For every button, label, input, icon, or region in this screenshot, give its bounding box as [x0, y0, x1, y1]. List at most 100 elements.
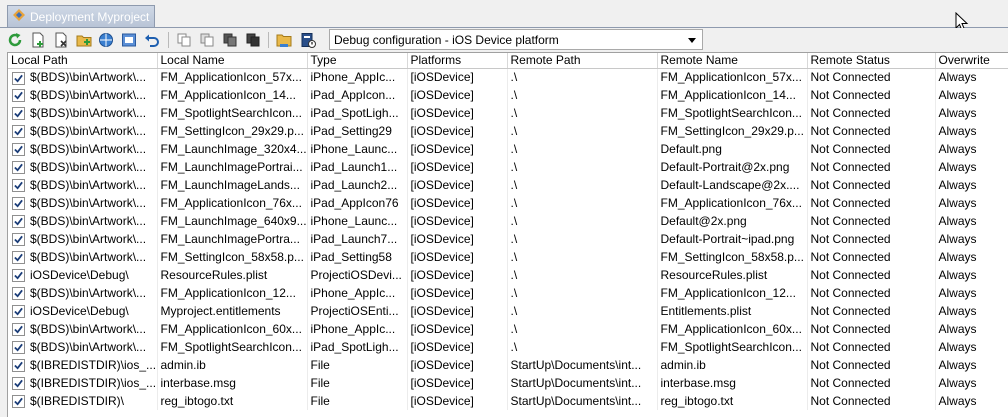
table-row[interactable]: $(BDS)\bin\Artwork\... FM_LaunchImagePort… [8, 158, 1008, 176]
deploy-checkbox[interactable] [12, 89, 25, 102]
checkmark-icon [14, 361, 23, 370]
checkmark-icon [14, 163, 23, 172]
revert-icon[interactable] [143, 31, 161, 49]
type-cell: iPad_SpotLigh... [307, 104, 408, 122]
platforms-cell: [iOSDevice] [407, 392, 508, 410]
overwrite-cell: Always [935, 284, 1008, 302]
checkmark-icon [14, 91, 23, 100]
copy-icon[interactable] [175, 31, 193, 49]
tab-deployment[interactable]: Deployment Myproject [7, 5, 155, 27]
deploy-checkbox[interactable] [12, 287, 25, 300]
paste-icon[interactable] [198, 31, 216, 49]
toolbar-separator [168, 32, 169, 48]
remote-path-cell: .\ [507, 302, 658, 320]
overwrite-cell: Always [935, 356, 1008, 374]
remote-status-cell: Not Connected [807, 176, 936, 194]
deploy-checkbox[interactable] [12, 71, 25, 85]
table-row[interactable]: $(BDS)\bin\Artwork\... FM_LaunchImage_640… [8, 212, 1008, 230]
table-row[interactable]: iOSDevice\Debug\ ResourceRules.plist Proje… [8, 266, 1008, 284]
deploy-checkbox[interactable] [12, 179, 25, 192]
connect-icon[interactable] [97, 31, 115, 49]
platforms-cell: [iOSDevice] [407, 284, 508, 302]
column-platforms-header[interactable]: Platforms [407, 53, 508, 69]
chevron-down-icon[interactable] [688, 38, 696, 43]
deploy-checkbox[interactable] [12, 125, 25, 138]
table-row[interactable]: $(BDS)\bin\Artwork\... FM_ApplicationIcon… [8, 194, 1008, 212]
deploy-checkbox[interactable] [12, 323, 25, 336]
type-cell: File [307, 374, 408, 392]
properties-icon[interactable] [299, 31, 317, 49]
add-file-icon[interactable] [29, 31, 47, 49]
deploy-checkbox[interactable] [12, 251, 25, 264]
remove-file-icon[interactable] [52, 31, 70, 49]
remote-status-cell: Not Connected [807, 266, 936, 284]
local-name-cell: FM_SettingIcon_29x29.p... [157, 122, 308, 140]
table-row[interactable]: $(BDS)\bin\Artwork\... FM_ApplicationIcon… [8, 284, 1008, 302]
table-row[interactable]: $(BDS)\bin\Artwork\... FM_LaunchImage_320… [8, 140, 1008, 158]
local-path-cell: $(BDS)\bin\Artwork\... [8, 284, 158, 302]
table-row[interactable]: $(BDS)\bin\Artwork\... FM_LaunchImagePort… [8, 230, 1008, 248]
deploy-checkbox[interactable] [12, 215, 25, 228]
remote-path-cell: .\ [507, 248, 658, 266]
deploy-checkbox[interactable] [12, 305, 25, 318]
deploy-checkbox[interactable] [12, 359, 25, 372]
table-row[interactable]: $(BDS)\bin\Artwork\... FM_ApplicationIcon… [8, 68, 1008, 86]
deploy-checkbox[interactable] [12, 197, 25, 210]
deploy-checkbox[interactable] [12, 377, 25, 390]
deploy-checkbox[interactable] [12, 143, 25, 156]
table-row[interactable]: $(BDS)\bin\Artwork\... FM_SettingIcon_29x… [8, 122, 1008, 140]
deploy-checkbox[interactable] [12, 341, 25, 354]
checkmark-icon [14, 397, 23, 406]
add-folder-icon[interactable] [75, 31, 93, 49]
table-row[interactable]: $(IBREDISTDIR)\ reg_ibtogo.txt File [iOSDev… [8, 392, 1008, 410]
table-row[interactable]: $(IBREDISTDIR)\ios_... interbase.msg File[… [8, 374, 1008, 392]
deploy-icon[interactable] [120, 31, 138, 49]
tab-title: Deployment Myproject [30, 9, 150, 24]
deploy-checkbox[interactable] [12, 107, 25, 120]
local-path-text: $(BDS)\bin\Artwork\... [30, 70, 147, 85]
remote-status-cell: Not Connected [807, 338, 936, 356]
table-row[interactable]: $(BDS)\bin\Artwork\... FM_SpotlightSearch… [8, 104, 1008, 122]
deployment-table: Local Path Local Name Type Platforms Remote … [8, 53, 1008, 410]
table-row[interactable]: $(IBREDISTDIR)\ios_... admin.ib File [iOSDe… [8, 356, 1008, 374]
checkmark-icon [14, 253, 23, 262]
overwrite-cell: Always [935, 176, 1008, 194]
remote-path-cell: .\ [507, 266, 658, 284]
deployment-grid[interactable]: Local Path Local Name Type Platforms Remote … [7, 52, 1008, 417]
table-row[interactable]: $(BDS)\bin\Artwork\... FM_LaunchImageLand… [8, 176, 1008, 194]
type-cell: iPad_Launch7... [307, 230, 408, 248]
configuration-select[interactable]: Debug configuration - iOS Device platfor… [329, 29, 703, 50]
refresh-icon[interactable] [6, 31, 24, 49]
remote-name-cell: FM_ApplicationIcon_14... [657, 86, 808, 104]
local-path-text: $(BDS)\bin\Artwork\... [30, 232, 147, 246]
open-folder-icon[interactable] [275, 31, 293, 49]
remote-status-cell: Not Connected [807, 158, 936, 176]
column-local-name-header[interactable]: Local Name [157, 53, 308, 69]
delete-icon[interactable] [244, 31, 262, 49]
remote-status-cell: Not Connected [807, 374, 936, 392]
remote-path-cell: .\ [507, 338, 658, 356]
overwrite-cell: Always [935, 104, 1008, 122]
deploy-checkbox[interactable] [12, 233, 25, 246]
remote-path-cell: StartUp\Documents\int... [507, 392, 658, 410]
checkmark-icon [14, 217, 23, 226]
table-row[interactable]: $(BDS)\bin\Artwork\... FM_ApplicationIcon… [8, 86, 1008, 104]
deploy-checkbox[interactable] [12, 269, 25, 282]
cut-icon[interactable] [221, 31, 239, 49]
type-cell: ProjectiOSDevi... [307, 266, 408, 284]
column-type-header[interactable]: Type [307, 53, 408, 69]
table-row[interactable]: $(BDS)\bin\Artwork\... FM_SettingIcon_58x… [8, 248, 1008, 266]
remote-status-cell: Not Connected [807, 86, 936, 104]
column-remote-name-header[interactable]: Remote Name [657, 53, 808, 69]
column-remote-path-header[interactable]: Remote Path [507, 53, 658, 69]
platforms-cell: [iOSDevice] [407, 158, 508, 176]
column-local-path-header[interactable]: Local Path [8, 53, 158, 69]
type-cell: iPad_AppIcon... [307, 86, 408, 104]
table-row[interactable]: iOSDevice\Debug\ Myproject.entitlements Pr… [8, 302, 1008, 320]
table-row[interactable]: $(BDS)\bin\Artwork\... FM_SpotlightSearch… [8, 338, 1008, 356]
deploy-checkbox[interactable] [12, 161, 25, 174]
deploy-checkbox[interactable] [12, 395, 25, 408]
column-remote-status-header[interactable]: Remote Status [807, 53, 936, 69]
table-row[interactable]: $(BDS)\bin\Artwork\... FM_ApplicationIcon… [8, 320, 1008, 338]
column-overwrite-header[interactable]: Overwrite [935, 53, 1008, 69]
